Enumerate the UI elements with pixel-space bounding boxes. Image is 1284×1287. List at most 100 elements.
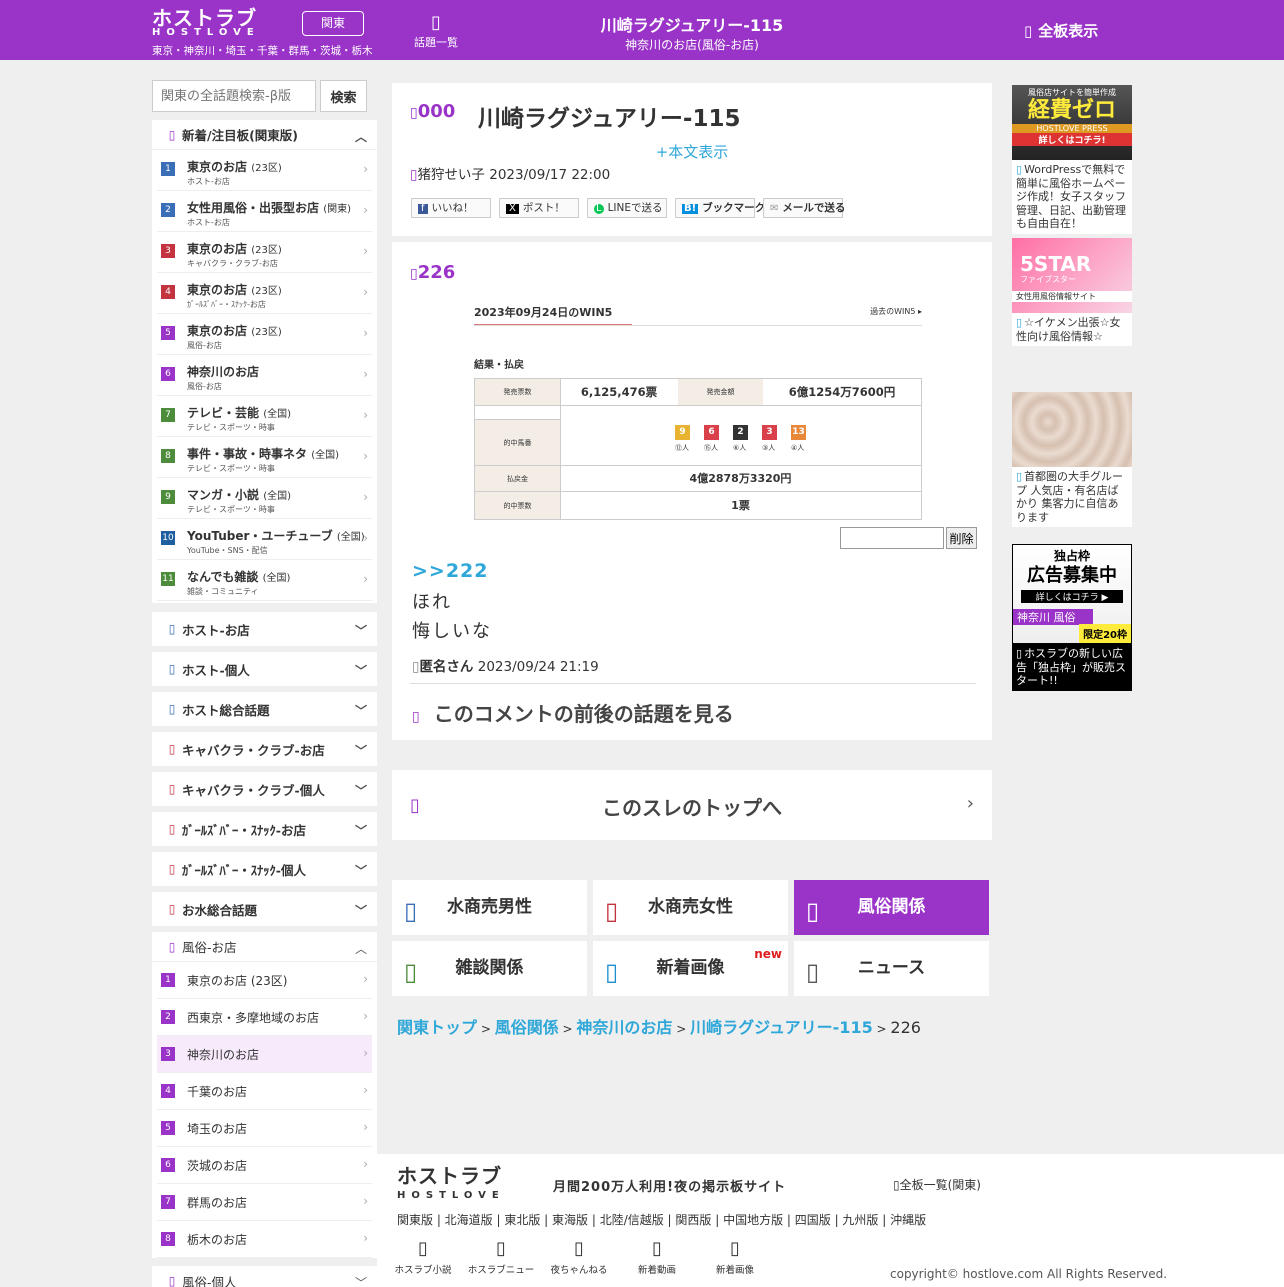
site-logo[interactable]: ホストラブ HOSTLOVE bbox=[152, 8, 260, 39]
ad-banner[interactable]: ▯ 首都圏の大手グループ 人気店・有名店ばかり 集客力に自信あります bbox=[1012, 392, 1132, 527]
horse-number: 6 bbox=[704, 425, 719, 440]
fuzoku-item[interactable]: 5 埼玉のお店 › bbox=[157, 1110, 372, 1147]
ad-image[interactable] bbox=[1012, 392, 1132, 467]
sidebar-section[interactable]: ▯ ホスト総合話題 ﹀ bbox=[152, 692, 377, 726]
fuzoku-item[interactable]: 2 西東京・多摩地域のお店 › bbox=[157, 999, 372, 1036]
show-body-link[interactable]: +本文表示 bbox=[392, 141, 992, 162]
rank-badge: 8 bbox=[161, 1232, 175, 1246]
horse-number: 3 bbox=[762, 425, 777, 440]
fuzoku-item[interactable]: 4 千葉のお店 › bbox=[157, 1073, 372, 1110]
ad-image-text: 神奈川 風俗 bbox=[1013, 609, 1093, 625]
footer-region-links[interactable]: 関東版 | 北海道版 | 東北版 | 東海版 | 北陸/信越版 | 関西版 | … bbox=[397, 1211, 926, 1228]
chevron-up-icon: ︿ bbox=[354, 130, 367, 144]
topics-list-button[interactable]: ▯ 話題一覧 bbox=[408, 14, 464, 50]
category-button[interactable]: ▯ 風俗関係 bbox=[794, 880, 989, 935]
featured-item[interactable]: 5 東京のお店 (23区) 風俗-お店 › bbox=[157, 314, 372, 355]
ad-banner[interactable]: 独占枠 広告募集中 詳しくはコチラ ▶ 神奈川 風俗 限定20枠 ▯ ホスラブの新しい広告「… bbox=[1012, 544, 1132, 691]
mail-share-button[interactable]: ✉ メールで送る bbox=[763, 198, 845, 218]
featured-item-category: 風俗-お店 bbox=[187, 382, 222, 391]
footer-app-link[interactable]: ▯ 新着動画 bbox=[621, 1240, 693, 1277]
featured-item[interactable]: 1 東京のお店 (23区) ホスト-お店 › bbox=[157, 150, 372, 191]
sidebar-section[interactable]: ▯ ホスト-お店 ﹀ bbox=[152, 612, 377, 646]
footer-app-link[interactable]: ▯ ホスラブニュー bbox=[465, 1240, 537, 1277]
breadcrumb-link[interactable]: 神奈川のお店 bbox=[576, 1018, 672, 1037]
post-card: ▯226 2023年09月24日のWIN5 過去のWIN5 ▸ 結果・払戻 発売… bbox=[392, 242, 992, 740]
ad-text[interactable]: ▯ WordPressで無料で簡単に風俗ホームページ作成！女子スタッフ管理、日記、… bbox=[1012, 160, 1132, 234]
breadcrumb-link[interactable]: 風俗関係 bbox=[495, 1018, 559, 1037]
ad-image[interactable]: 5STAR ファイブスター 女性用風俗情報サイト bbox=[1012, 238, 1132, 313]
ad-image-text: ファイブスター bbox=[1020, 275, 1076, 284]
footer-logo[interactable]: ホストラブ HOSTLOVE bbox=[397, 1166, 505, 1206]
thread-top-button[interactable]: ▯ このスレのトップへ › bbox=[392, 770, 992, 840]
featured-item[interactable]: 7 テレビ・芸能 (全国) テレビ・スポーツ・時事 › bbox=[157, 396, 372, 437]
post-share-button[interactable]: X ポスト！ bbox=[499, 198, 579, 218]
delete-button[interactable]: 削除 bbox=[946, 527, 977, 549]
breadcrumb-link[interactable]: 関東トップ bbox=[397, 1018, 477, 1037]
footer-app-link[interactable]: ▯ 新着画像 bbox=[699, 1240, 771, 1277]
sidebar-section[interactable]: ▯ ホスト-個人 ﹀ bbox=[152, 652, 377, 686]
sidebar-section[interactable]: ▯ ｶﾞｰﾙｽﾞﾊﾞｰ・ｽﾅｯｸ-お店 ﹀ bbox=[152, 812, 377, 846]
post-body-line: ほれ bbox=[412, 592, 452, 613]
like-share-button[interactable]: f いいね！ bbox=[411, 198, 491, 218]
sidebar-section[interactable]: ▯ キャバクラ・クラブ-お店 ﹀ bbox=[152, 732, 377, 766]
featured-item[interactable]: 4 東京のお店 (23区) ｶﾞｰﾙｽﾞﾊﾞｰ・ｽﾅｯｸ-お店 › bbox=[157, 273, 372, 314]
ad-banner[interactable]: 風俗店サイトを簡単作成 経費ゼロ HOSTLOVE PRESS 詳しくはコチラ! ▯ Wo… bbox=[1012, 85, 1132, 234]
post-number: ▯226 bbox=[410, 262, 456, 283]
fuzoku-item[interactable]: 8 栃木のお店 › bbox=[157, 1221, 372, 1258]
featured-item[interactable]: 6 神奈川のお店 風俗-お店 › bbox=[157, 355, 372, 396]
featured-item[interactable]: 2 女性用風俗・出張型お店 (関東) ホスト-お店 › bbox=[157, 191, 372, 232]
fuzoku-item[interactable]: 7 群馬のお店 › bbox=[157, 1184, 372, 1221]
ad-image-text: 風俗店サイトを簡単作成 bbox=[1028, 88, 1116, 97]
featured-item-category: テレビ・スポーツ・時事 bbox=[187, 423, 275, 432]
header-title: 川崎ラグジュアリー-115 bbox=[600, 16, 784, 35]
line-share-button[interactable]: L LINEで送る bbox=[587, 198, 667, 218]
sidebar-section-last[interactable]: ▯ 風俗-個人 ﹀ bbox=[152, 1266, 377, 1287]
featured-item[interactable]: 3 東京のお店 (23区) キャバクラ・クラブ-お店 › bbox=[157, 232, 372, 273]
ad-text[interactable]: ▯ ☆イケメン出張☆女性向け風俗情報☆ bbox=[1012, 313, 1132, 346]
featured-item[interactable]: 8 事件・事故・時事ネタ (全国) テレビ・スポーツ・時事 › bbox=[157, 437, 372, 478]
fuzoku-item[interactable]: 1 東京のお店 (23区) › bbox=[157, 962, 372, 999]
all-boards-button[interactable]: ▯ 全板表示 bbox=[1024, 20, 1098, 41]
featured-item[interactable]: 9 マンガ・小説 (全国) テレビ・スポーツ・時事 › bbox=[157, 478, 372, 519]
ad-text[interactable]: ▯ 首都圏の大手グループ 人気店・有名店ばかり 集客力に自信あります bbox=[1012, 467, 1132, 527]
category-button[interactable]: ▯ 新着画像 new bbox=[593, 941, 788, 996]
footer-all-boards-link[interactable]: ▯全板一覧(関東) bbox=[893, 1176, 981, 1193]
featured-item[interactable]: 10 YouTuber・ユーチューブ (全国) YouTube・SNS・配信 › bbox=[157, 519, 372, 560]
search-input[interactable] bbox=[152, 80, 316, 112]
category-icon: ▯ bbox=[168, 862, 176, 876]
region-button[interactable]: 関東 bbox=[302, 11, 364, 36]
breadcrumb-link[interactable]: 川崎ラグジュアリー-115 bbox=[690, 1018, 873, 1037]
ad-banner[interactable]: 5STAR ファイブスター 女性用風俗情報サイト ▯ ☆イケメン出張☆女性向け風俗情報☆ bbox=[1012, 238, 1132, 346]
ad-image[interactable]: 風俗店サイトを簡単作成 経費ゼロ HOSTLOVE PRESS 詳しくはコチラ! bbox=[1012, 85, 1132, 160]
category-button[interactable]: ▯ 水商売男性 bbox=[392, 880, 587, 935]
category-button[interactable]: ▯ 雑談関係 bbox=[392, 941, 587, 996]
fuzoku-header[interactable]: ▯ 風俗-お店 ︿ bbox=[152, 932, 377, 962]
chevron-right-icon: › bbox=[363, 1231, 368, 1245]
rank-badge: 3 bbox=[161, 244, 175, 258]
category-icon: ▯ bbox=[168, 822, 176, 836]
chevron-right-icon: › bbox=[363, 244, 368, 258]
featured-item[interactable]: 11 なんでも雑談 (全国) 雑談・コミュニティ › bbox=[157, 560, 372, 601]
sidebar-section[interactable]: ▯ お水総合話題 ﹀ bbox=[152, 892, 377, 926]
sidebar-section[interactable]: ▯ ｶﾞｰﾙｽﾞﾊﾞｰ・ｽﾅｯｸ-個人 ﹀ bbox=[152, 852, 377, 886]
search-button[interactable]: 検索 bbox=[320, 80, 367, 112]
facebook-icon: f bbox=[418, 204, 428, 214]
delete-key-input[interactable] bbox=[840, 527, 944, 549]
fuzoku-item[interactable]: 6 茨城のお店 › bbox=[157, 1147, 372, 1184]
list-icon: ▯ bbox=[431, 12, 441, 33]
fuzoku-item[interactable]: 3 神奈川のお店 › bbox=[157, 1036, 372, 1073]
reply-anchor-link[interactable]: >>222 bbox=[412, 560, 489, 582]
ad-text[interactable]: ▯ ホスラブの新しい広告「独占枠」が販売スタート!! bbox=[1012, 644, 1132, 691]
ad-image-text: 詳しくはコチラ ▶ bbox=[1021, 590, 1123, 603]
ad-image-text: 女性用風俗情報サイト bbox=[1012, 291, 1132, 302]
ad-image[interactable]: 独占枠 広告募集中 詳しくはコチラ ▶ 神奈川 風俗 限定20枠 bbox=[1012, 544, 1132, 644]
footer-app-link[interactable]: ▯ ホスラブ小説 bbox=[387, 1240, 459, 1277]
post-image[interactable]: 2023年09月24日のWIN5 過去のWIN5 ▸ 結果・払戻 発売票数 6,… bbox=[474, 300, 922, 520]
sidebar-section[interactable]: ▯ キャバクラ・クラブ-個人 ﹀ bbox=[152, 772, 377, 806]
line-icon: L bbox=[594, 203, 604, 214]
context-link[interactable]: ▯ このコメントの前後の話題を見る bbox=[412, 698, 734, 727]
featured-header[interactable]: ▯ 新着/注目板(関東版) ︿ bbox=[152, 120, 377, 150]
category-button[interactable]: ▯ ニュース bbox=[794, 941, 989, 996]
footer-app-link[interactable]: ▯ 夜ちゃんねる bbox=[543, 1240, 615, 1277]
bookmark-share-button[interactable]: B! ブックマーク bbox=[675, 198, 765, 218]
